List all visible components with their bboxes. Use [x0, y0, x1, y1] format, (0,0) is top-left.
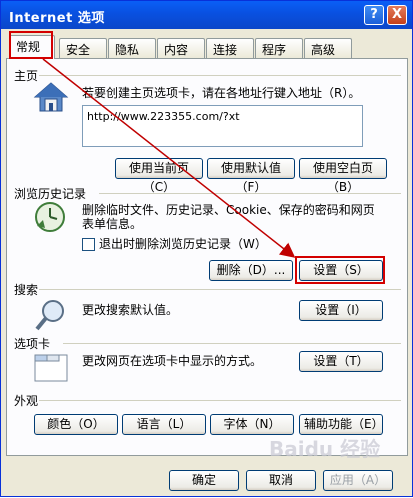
annotation-arrow [42, 58, 296, 258]
watermark: Baidu 经验 [269, 437, 381, 461]
internet-options-dialog: Internet 选项 ? X 常规 安全 隐私 内容 连接 程序 高级 主页 … [0, 0, 413, 497]
